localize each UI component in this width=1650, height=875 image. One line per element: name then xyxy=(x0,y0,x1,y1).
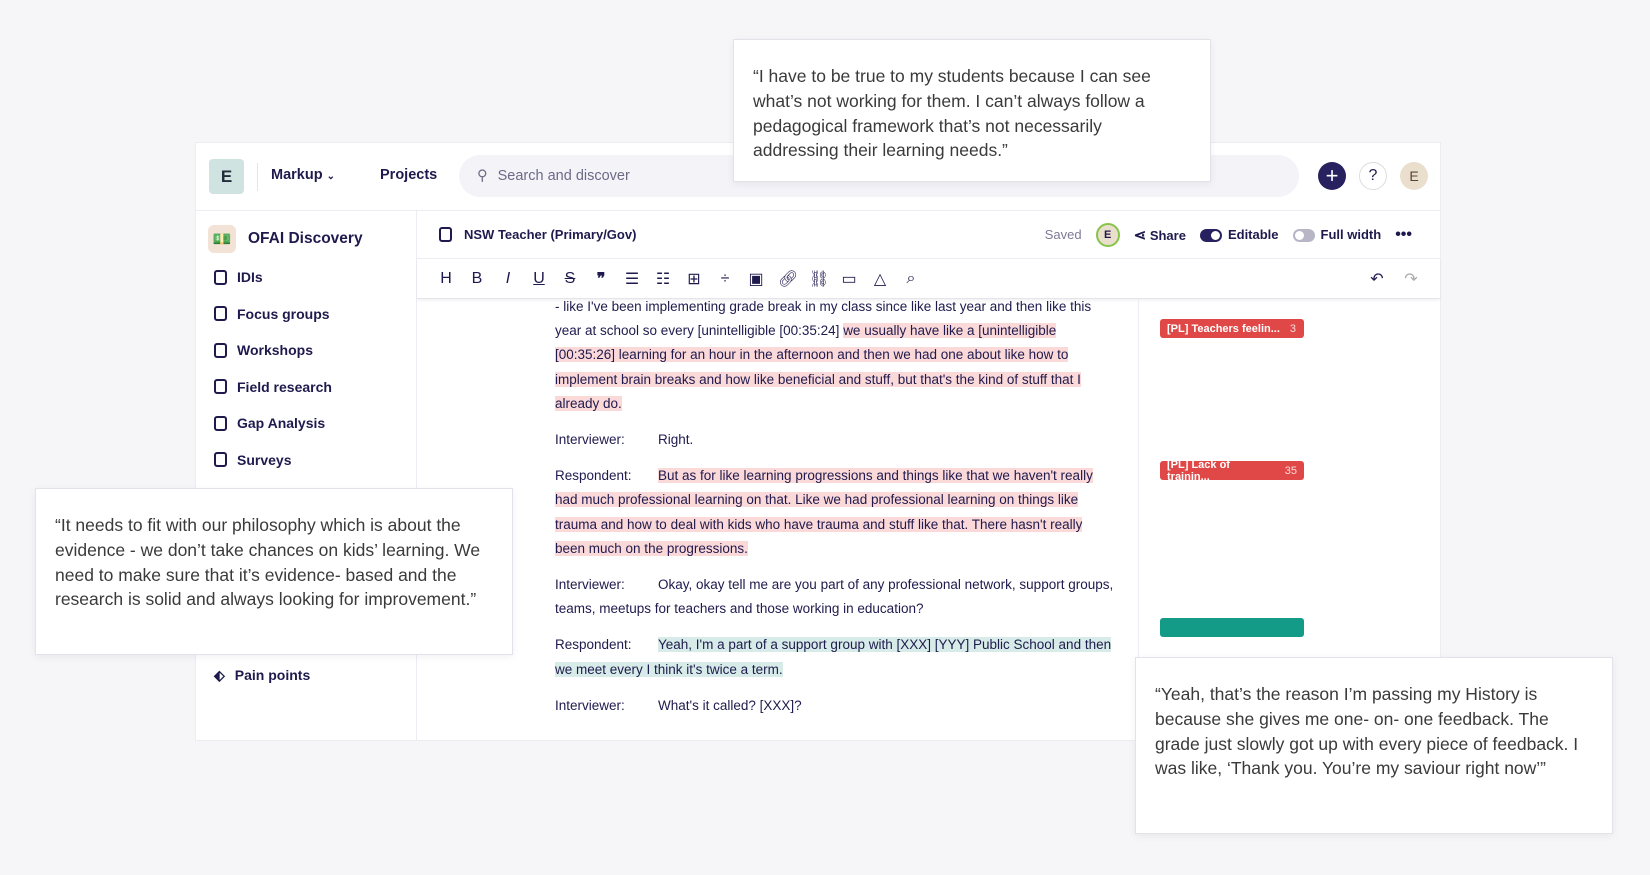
link-icon[interactable]: 🔗︎ xyxy=(778,269,798,289)
search-icon: ⚲ xyxy=(477,168,488,184)
find-icon[interactable]: ⌕ xyxy=(902,270,920,288)
save-status: Saved xyxy=(1044,227,1082,242)
transcript-paragraph: Interviewer: Right. xyxy=(555,428,1115,452)
transcript-paragraph: - like I've been implementing grade brea… xyxy=(555,295,1115,416)
sidebar-item[interactable]: Surveys xyxy=(214,452,291,468)
speaker-label: Interviewer: xyxy=(555,697,625,713)
image-icon[interactable]: ▣ xyxy=(747,269,765,289)
document-icon xyxy=(214,269,227,285)
markup-label: Markup xyxy=(271,167,323,183)
unlink-icon[interactable]: ⛓︎ xyxy=(809,269,829,289)
sidebar-item[interactable]: Gap Analysis xyxy=(214,415,325,431)
speaker-label: Interviewer: xyxy=(555,432,625,448)
strikethrough-icon[interactable]: S xyxy=(561,270,579,288)
quote-card: “Yeah, that’s the reason I’m passing my … xyxy=(1135,657,1613,834)
underline-icon[interactable]: U xyxy=(530,270,548,288)
document-icon xyxy=(214,306,227,321)
document-icon xyxy=(214,379,227,394)
transcript-paragraph: Respondent: Yeah, I'm a part of a support… xyxy=(555,633,1115,681)
quote-card: “I have to be true to my students becaus… xyxy=(733,39,1211,182)
document-icon xyxy=(214,342,227,358)
sidebar-item-label: Surveys xyxy=(237,451,292,468)
markup-menu[interactable]: Markup ⌄ xyxy=(271,167,335,183)
italic-icon[interactable]: I xyxy=(499,270,517,288)
share-icon: ⋖ xyxy=(1133,226,1147,244)
share-label: Share xyxy=(1149,227,1186,243)
speaker-label: Respondent: xyxy=(555,637,632,653)
editable-toggle[interactable]: Editable xyxy=(1199,226,1279,243)
sidebar-item[interactable]: IDIs xyxy=(214,269,263,285)
numbered-list-icon[interactable]: ☷ xyxy=(654,269,672,289)
transcript-paragraph: Interviewer: What's it called? [XXX]? xyxy=(555,694,1115,718)
sidebar-item[interactable]: Field research xyxy=(214,379,332,395)
divider xyxy=(257,163,258,191)
toggle-switch xyxy=(1199,229,1222,243)
sidebar: 💵 OFAI Discovery IDIs Focus groups Workshop… xyxy=(196,211,417,740)
tag-icon: ⬖ xyxy=(214,666,225,683)
transcript-paragraph: Respondent: But as for like learning prog… xyxy=(555,464,1115,561)
tag-count: 35 xyxy=(1284,464,1297,477)
tag-chip[interactable] xyxy=(1160,618,1304,637)
full-width-label: Full width xyxy=(1320,226,1382,242)
sidebar-item[interactable]: Focus groups xyxy=(214,306,330,322)
add-button[interactable]: + xyxy=(1318,162,1346,190)
heading-icon[interactable]: H xyxy=(437,270,455,288)
sidebar-item-label: Gap Analysis xyxy=(237,415,326,431)
transcript-text: What's it called? [XXX]? xyxy=(658,697,802,713)
sidebar-item-label: Workshops xyxy=(237,342,313,358)
document-icon xyxy=(439,227,452,242)
transcript-text: Right. xyxy=(658,432,694,448)
tag-chip[interactable]: [PL] Lack of trainin... 35 xyxy=(1160,458,1304,483)
bold-icon[interactable]: B xyxy=(468,270,486,288)
project-logo-icon: 💵 xyxy=(208,225,236,253)
document-icon xyxy=(214,452,227,467)
toggle-switch xyxy=(1292,229,1315,243)
video-icon[interactable]: ▭ xyxy=(840,269,858,289)
sidebar-item-label: Pain points xyxy=(234,667,311,683)
collaborator-avatar: E xyxy=(1095,222,1120,247)
transcript-editor[interactable]: - like I've been implementing grade brea… xyxy=(555,295,1115,730)
editor-toolbar: H B I U S ❞ ☰ ☷ ⊞ ÷ ▣ 🔗︎ ⛓︎ ▭ △ ⌕ ↶ ↷ xyxy=(417,259,1440,299)
speaker-label: Respondent: xyxy=(555,468,632,484)
quote-icon[interactable]: ❞ xyxy=(592,269,610,289)
table-icon[interactable]: ⊞ xyxy=(685,269,703,289)
tag-label: [PL] Teachers feelin... xyxy=(1167,322,1280,335)
drive-icon[interactable]: △ xyxy=(871,269,889,289)
redo-icon[interactable]: ↷ xyxy=(1402,269,1420,289)
divider-icon[interactable]: ÷ xyxy=(716,270,734,288)
help-button[interactable]: ? xyxy=(1359,162,1387,190)
user-avatar[interactable]: E xyxy=(1400,162,1428,190)
editable-label: Editable xyxy=(1227,226,1279,242)
full-width-toggle[interactable]: Full width xyxy=(1292,226,1382,243)
bullet-list-icon[interactable]: ☰ xyxy=(623,269,641,289)
document-icon xyxy=(214,415,227,431)
tag-chip[interactable]: [PL] Teachers feelin... 3 xyxy=(1160,319,1304,338)
project-header[interactable]: 💵 OFAI Discovery xyxy=(208,225,363,253)
share-button[interactable]: ⋖ Share xyxy=(1134,226,1186,244)
speaker-label: Interviewer: xyxy=(555,577,625,593)
sidebar-item-label: IDIs xyxy=(237,269,263,285)
project-name: OFAI Discovery xyxy=(248,230,363,247)
more-icon[interactable]: ••• xyxy=(1395,226,1412,244)
tag-label: [PL] Lack of trainin... xyxy=(1167,458,1230,483)
transcript-paragraph: Interviewer: Okay, okay tell me are you p… xyxy=(555,573,1115,621)
search-placeholder: Search and discover xyxy=(497,168,630,184)
quote-card: “It needs to fit with our philosophy whi… xyxy=(35,488,513,655)
undo-icon[interactable]: ↶ xyxy=(1368,269,1386,289)
sidebar-item[interactable]: ⬖ Pain points xyxy=(214,667,310,684)
document-title: NSW Teacher (Primary/Gov) xyxy=(464,227,637,242)
sidebar-item[interactable]: Workshops xyxy=(214,342,313,358)
projects-link[interactable]: Projects xyxy=(380,167,437,183)
sidebar-item-label: Focus groups xyxy=(237,305,330,322)
tag-count: 3 xyxy=(1289,322,1297,335)
workspace-avatar[interactable]: E xyxy=(209,159,244,194)
document-header: NSW Teacher (Primary/Gov) Saved E ⋖ Shar… xyxy=(417,211,1440,259)
sidebar-item-label: Field research xyxy=(237,378,332,395)
chevron-down-icon: ⌄ xyxy=(326,171,335,182)
